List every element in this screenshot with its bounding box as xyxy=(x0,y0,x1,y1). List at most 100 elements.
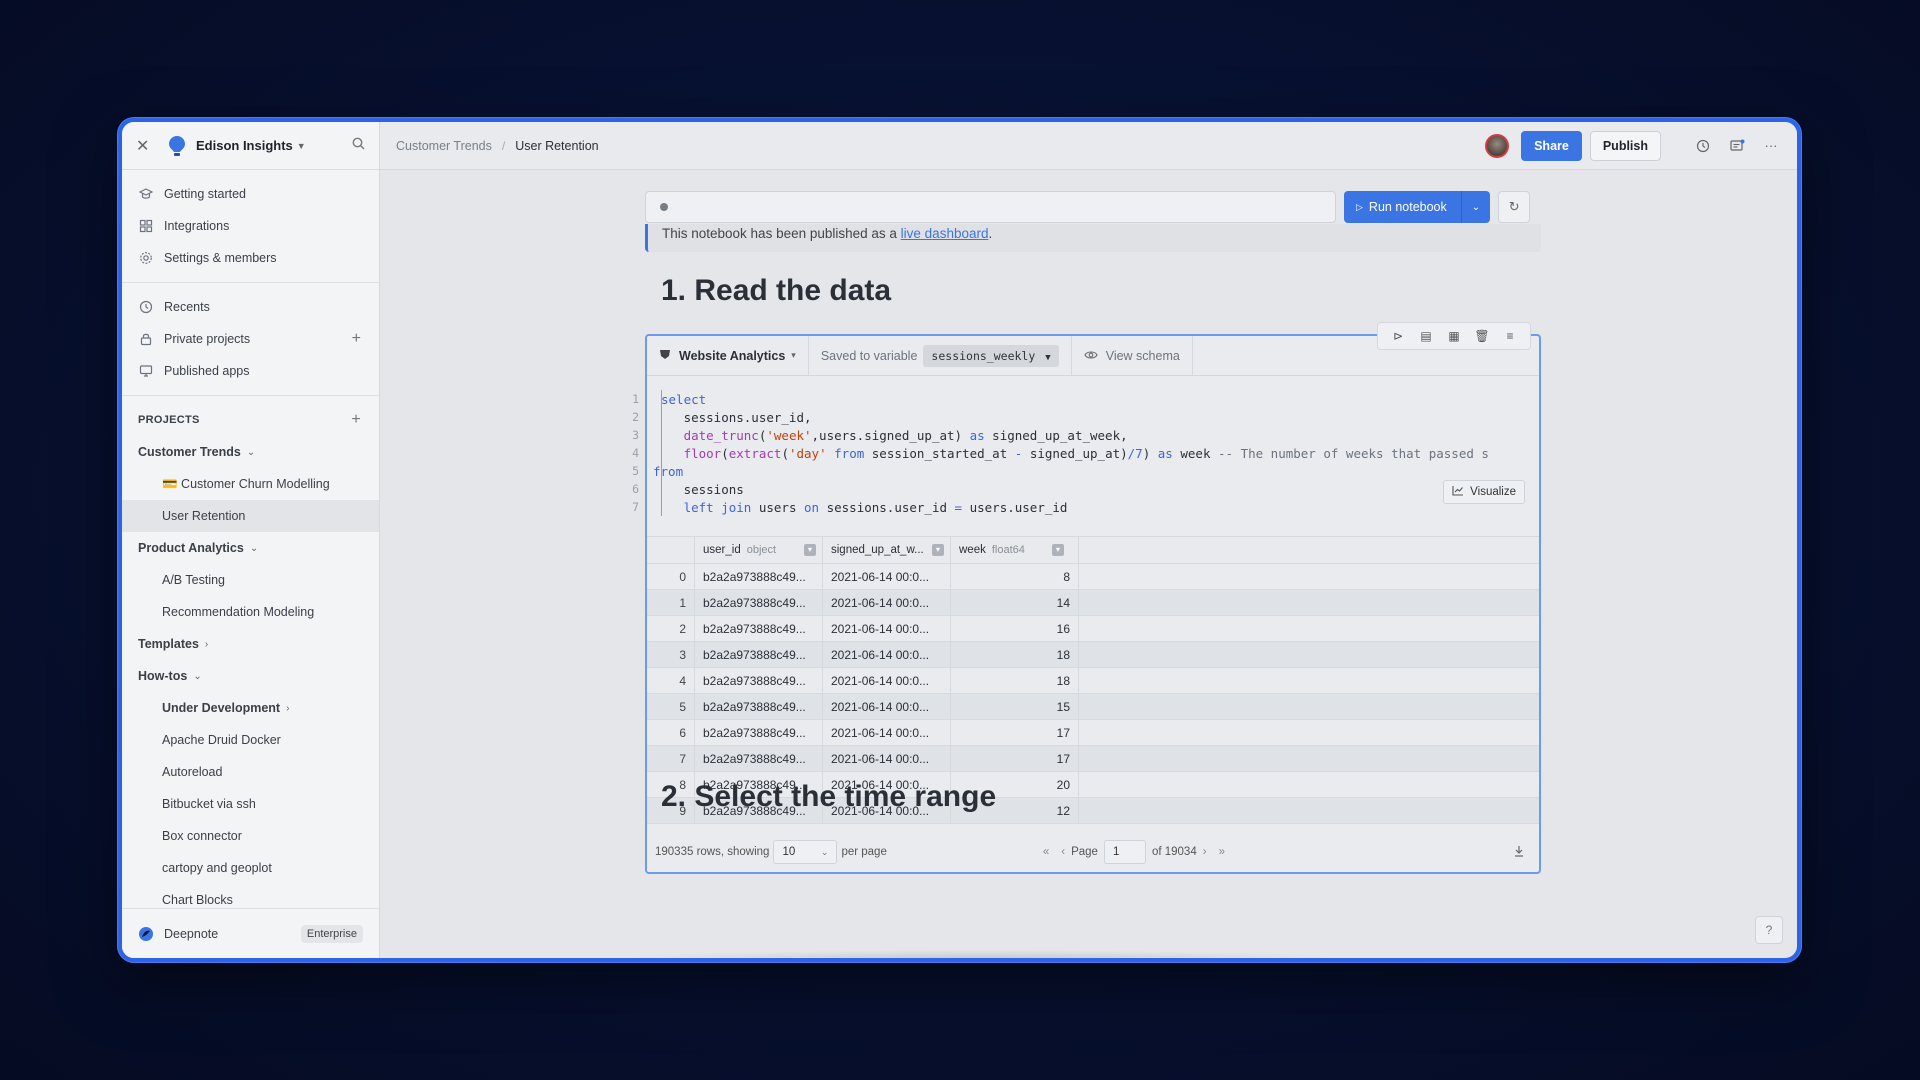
add-private-project-icon[interactable]: + xyxy=(352,330,361,348)
sidebar-top-section: Getting started Integrations Settings & … xyxy=(122,170,379,283)
folder-under-development[interactable]: Under Development › xyxy=(122,692,379,724)
calendar-icon[interactable]: ▦ xyxy=(1440,329,1468,343)
code-editor[interactable]: 1 select 2 sessions.user_id, 3 date_trunc… xyxy=(632,376,1539,536)
table-row[interactable]: 5 b2a2a973888c49... 2021-06-14 00:0... 15 xyxy=(647,694,1539,720)
project-label: Product Analytics xyxy=(138,541,244,555)
table-row[interactable]: 4 b2a2a973888c49... 2021-06-14 00:0... 18 xyxy=(647,668,1539,694)
sidebar-item-integrations[interactable]: Integrations xyxy=(122,210,379,242)
view-schema-button[interactable]: View schema xyxy=(1072,336,1193,375)
share-button[interactable]: Share xyxy=(1521,130,1582,161)
sidebar-item-published-apps[interactable]: Published apps xyxy=(122,355,379,387)
table-row[interactable]: 2 b2a2a973888c49... 2021-06-14 00:0... 16 xyxy=(647,616,1539,642)
notebook-ab-testing[interactable]: A/B Testing xyxy=(122,564,379,596)
sidebar-item-label: Integrations xyxy=(164,219,230,233)
add-project-icon[interactable]: + xyxy=(351,411,361,429)
comments-icon[interactable] xyxy=(1727,136,1747,156)
more-icon[interactable]: ··· xyxy=(1761,136,1781,156)
cell-user-id: b2a2a973888c49... xyxy=(695,590,823,615)
run-cell-icon[interactable]: ⊳ xyxy=(1384,329,1412,343)
column-menu-icon[interactable]: ▾ xyxy=(804,544,816,556)
cell-week: 17 xyxy=(951,720,1079,745)
avatar[interactable] xyxy=(1485,133,1510,158)
cell-signed-up: 2021-06-14 00:0... xyxy=(823,590,951,615)
table-row[interactable]: 1 b2a2a973888c49... 2021-06-14 00:0... 14 xyxy=(647,590,1539,616)
history-icon[interactable] xyxy=(1693,136,1713,156)
table-row[interactable]: 6 b2a2a973888c49... 2021-06-14 00:0... 17 xyxy=(647,720,1539,746)
notebook-user-retention[interactable]: User Retention xyxy=(122,500,379,532)
live-dashboard-link[interactable]: live dashboard xyxy=(901,226,989,241)
chevron-right-icon[interactable]: › xyxy=(286,703,289,714)
notebook-cartopy[interactable]: cartopy and geoplot xyxy=(122,852,379,884)
line-number: 6 xyxy=(632,482,639,496)
chevron-down-icon[interactable]: ⌄ xyxy=(247,447,255,458)
sidebar-item-label: Published apps xyxy=(164,364,250,378)
table-footer: 190335 rows, showing 10 ⌄ per page « ‹ P… xyxy=(647,832,1539,872)
caret-down-icon[interactable]: ▼ xyxy=(297,141,306,151)
column-name: user_id xyxy=(703,544,741,556)
datasource-selector[interactable]: Website Analytics ▾ xyxy=(647,336,809,375)
line-number: 1 xyxy=(632,392,639,406)
saved-to-label: Saved to variable xyxy=(820,348,918,363)
download-icon[interactable] xyxy=(1513,845,1525,860)
project-templates[interactable]: Templates › xyxy=(122,628,379,660)
chevron-down-icon[interactable]: ⌄ xyxy=(250,543,258,554)
sidebar-item-settings[interactable]: Settings & members xyxy=(122,242,379,274)
refresh-icon[interactable]: ↻ xyxy=(1498,191,1531,223)
projects-title-label: PROJECTS xyxy=(138,414,200,426)
table-header: user_id object ▾ signed_up_at_w... ▾ wee… xyxy=(647,536,1539,564)
notebook-bitbucket[interactable]: Bitbucket via ssh xyxy=(122,788,379,820)
notebook-recommendation[interactable]: Recommendation Modeling xyxy=(122,596,379,628)
section-heading: 1. Read the data xyxy=(661,274,892,307)
project-product-analytics[interactable]: Product Analytics ⌄ xyxy=(122,532,379,564)
run-notebook-button[interactable]: ▷ Run notebook ⌄ xyxy=(1344,191,1491,223)
sidebar-item-getting-started[interactable]: Getting started xyxy=(122,178,379,210)
per-page-select[interactable]: 10 ⌄ xyxy=(773,840,838,864)
column-header-user-id[interactable]: user_id object ▾ xyxy=(695,537,823,563)
topbar-actions: Share Publish ··· xyxy=(1485,130,1781,161)
brand-name[interactable]: Deepnote xyxy=(164,927,218,941)
visualize-button[interactable]: Visualize xyxy=(1443,480,1525,504)
breadcrumb-current[interactable]: User Retention xyxy=(515,139,598,153)
breadcrumb-separator: / xyxy=(501,138,506,153)
workspace-name[interactable]: Edison Insights xyxy=(196,138,293,153)
notebook-customer-churn[interactable]: 💳 Customer Churn Modelling xyxy=(122,468,379,500)
line-number: 7 xyxy=(632,500,639,514)
notebook-autoreload[interactable]: Autoreload xyxy=(122,756,379,788)
notebook-box[interactable]: Box connector xyxy=(122,820,379,852)
run-notebook-label-group[interactable]: ▷ Run notebook xyxy=(1344,200,1461,214)
close-icon[interactable]: ✕ xyxy=(136,136,156,156)
project-howtos[interactable]: How-tos ⌄ xyxy=(122,660,379,692)
sidebar-item-private-projects[interactable]: Private projects + xyxy=(122,323,379,355)
column-header-signed-up[interactable]: signed_up_at_w... ▾ xyxy=(823,537,951,563)
notebook-druid[interactable]: Apache Druid Docker xyxy=(122,724,379,756)
sidebar-item-label: Private projects xyxy=(164,332,251,346)
publish-button[interactable]: Publish xyxy=(1589,130,1661,161)
menu-icon[interactable]: ≡ xyxy=(1496,329,1524,343)
notebook-status-field[interactable] xyxy=(645,191,1336,223)
table-row[interactable]: 0 b2a2a973888c49... 2021-06-14 00:0... 8 xyxy=(647,564,1539,590)
column-header-week[interactable]: week float64 ▾ xyxy=(951,537,1079,563)
cell-user-id: b2a2a973888c49... xyxy=(695,720,823,745)
breadcrumb-parent[interactable]: Customer Trends xyxy=(396,139,492,153)
sidebar-item-recents[interactable]: Recents xyxy=(122,291,379,323)
sidebar-item-label: Recents xyxy=(164,300,210,314)
column-menu-icon[interactable]: ▾ xyxy=(1052,544,1064,556)
first-page-icon[interactable]: « xyxy=(1043,846,1049,858)
last-page-icon[interactable]: » xyxy=(1219,846,1225,858)
next-page-icon[interactable]: › xyxy=(1203,846,1207,858)
table-row[interactable]: 3 b2a2a973888c49... 2021-06-14 00:0... 18 xyxy=(647,642,1539,668)
column-menu-icon[interactable]: ▾ xyxy=(932,544,944,556)
page-input[interactable]: 1 xyxy=(1103,840,1146,864)
notebook-label: Recommendation Modeling xyxy=(162,605,315,619)
table-row[interactable]: 7 b2a2a973888c49... 2021-06-14 00:0... 17 xyxy=(647,746,1539,772)
search-icon[interactable] xyxy=(352,137,365,155)
comment-icon[interactable]: ▤ xyxy=(1412,329,1440,343)
chevron-down-icon[interactable]: ⌄ xyxy=(193,671,201,682)
variable-name-select[interactable]: sessions_weekly ▼ xyxy=(923,344,1059,367)
run-options-chevron-icon[interactable]: ⌄ xyxy=(1460,191,1490,223)
chevron-right-icon[interactable]: › xyxy=(205,639,208,650)
help-icon[interactable]: ? xyxy=(1755,916,1783,944)
project-customer-trends[interactable]: Customer Trends ⌄ xyxy=(122,436,379,468)
delete-icon[interactable]: 🗑 xyxy=(1468,329,1496,343)
prev-page-icon[interactable]: ‹ xyxy=(1061,846,1065,858)
